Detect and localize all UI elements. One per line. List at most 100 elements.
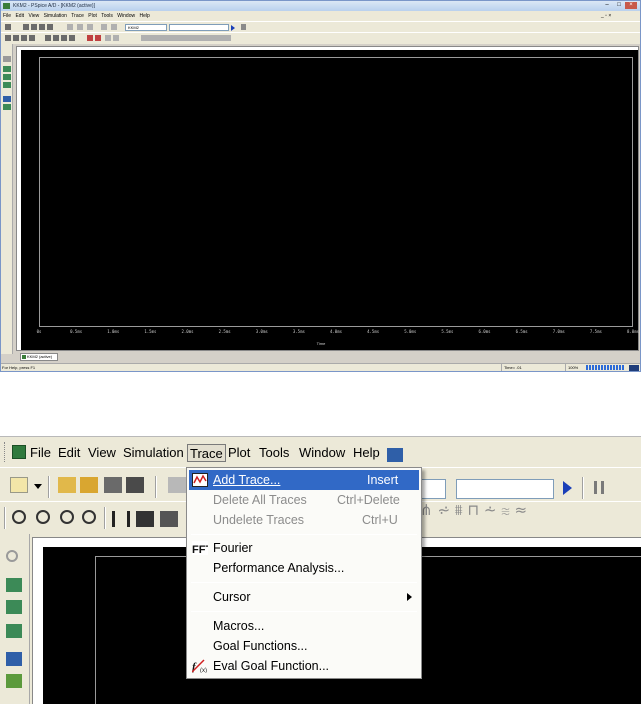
side-output-icon[interactable] [3,96,11,102]
zoom-out-icon[interactable] [13,35,19,41]
zoom-menu-view[interactable]: View [88,444,116,462]
side-sim-icon[interactable] [6,674,22,688]
side-voltage-icon[interactable] [3,66,11,72]
performance-icon[interactable] [160,511,178,527]
zoom-menu-plot[interactable]: Plot [228,444,250,462]
log-y-icon[interactable] [69,35,75,41]
menu-trace[interactable]: Trace [71,13,84,19]
copy-icon[interactable] [77,24,83,30]
zoom-in-icon[interactable] [5,35,11,41]
zoom-out-icon[interactable] [36,510,50,524]
zoom-area-icon[interactable] [21,35,27,41]
menu-grip [4,442,7,462]
maximize-icon[interactable]: □ [613,2,625,9]
doc-tab[interactable]: KKM2 (active) [20,353,58,361]
profile-combo[interactable]: KKM2 [125,24,167,31]
log-x-icon[interactable] [45,35,51,41]
menu-item-eval-goal-function[interactable]: f (x) Eval Goal Function... [189,656,419,676]
zoom-menu-trace[interactable]: Trace [187,444,226,462]
side-current-icon[interactable] [6,600,22,614]
side-output-icon[interactable] [6,652,22,666]
zoom-fit-icon[interactable] [82,510,96,524]
chevron-down-icon[interactable] [34,484,42,489]
add-trace-shortcut: Insert [367,473,399,487]
undo-icon[interactable] [101,24,107,30]
run-icon[interactable] [563,481,572,495]
zoom-menu-tools[interactable]: Tools [259,444,289,462]
log-x-icon[interactable] [112,511,130,527]
zoom-menu-simulation[interactable]: Simulation [123,444,184,462]
menu-item-goal-functions[interactable]: Goal Functions... [189,636,419,656]
run-icon[interactable] [231,25,235,31]
new-icon[interactable] [5,24,11,30]
toolbar-separator [582,477,584,499]
status-help: For Help, press F1 [2,365,36,370]
close-icon[interactable]: × [625,2,637,9]
side-sim-icon[interactable] [3,104,11,110]
cut-icon[interactable] [67,24,73,30]
menu-item-macros[interactable]: Macros... [189,616,419,636]
menu-item-fourier[interactable]: FFT Fourier [189,538,419,558]
search-input[interactable] [169,24,229,31]
zoom-menu-file[interactable]: File [30,444,51,462]
side-probe-icon[interactable] [3,56,11,62]
add-trace-icon [192,473,208,487]
fft-icon[interactable] [53,35,59,41]
print-icon[interactable] [126,477,144,493]
menu-plot[interactable]: Plot [88,13,97,19]
pause-icon[interactable] [594,481,604,494]
whats-this-icon[interactable] [387,448,403,462]
cut-icon[interactable] [168,477,186,493]
fft-icon[interactable] [136,511,154,527]
zoom-in-icon[interactable] [12,510,26,524]
cursor-peak-icon[interactable] [113,35,119,41]
zoom-menu-help[interactable]: Help [353,444,380,462]
mdi-controls-icon[interactable]: _ ▫ × [601,13,611,19]
open-icon[interactable] [23,24,29,30]
performance-icon[interactable] [61,35,67,41]
zoom-fit-icon[interactable] [29,35,35,41]
status-time: Time= .01 [501,364,563,371]
menu-simulation[interactable]: Simulation [44,13,67,19]
new-icon[interactable] [10,477,28,493]
menu-tools[interactable]: Tools [101,13,113,19]
eval-goal-icon[interactable] [95,35,101,41]
menu-view[interactable]: View [28,13,39,19]
save-icon[interactable] [39,24,45,30]
profile-combo[interactable] [420,479,446,499]
x-tick-label: 5.0ms [404,329,417,334]
search-input[interactable] [456,479,554,499]
zoom-menu-edit[interactable]: Edit [58,444,80,462]
zoom-menu-window[interactable]: Window [299,444,345,462]
menu-edit[interactable]: Edit [15,13,24,19]
menu-item-cursor[interactable]: Cursor [189,587,419,607]
minimize-icon[interactable]: – [601,2,613,9]
goal-functions-label: Goal Functions... [213,639,308,653]
eval-goal-label: Eval Goal Function... [213,659,330,673]
menu-item-performance-analysis[interactable]: Performance Analysis... [189,558,419,578]
redo-icon[interactable] [111,24,117,30]
side-voltage-icon[interactable] [6,578,22,592]
side-power-icon[interactable] [6,624,22,638]
open-folder-icon[interactable] [31,24,37,30]
menu-file[interactable]: File [3,13,11,19]
paste-icon[interactable] [87,24,93,30]
open-folder-icon[interactable] [80,477,98,493]
save-icon[interactable] [104,477,122,493]
zoom-area-icon[interactable] [60,510,74,524]
side-power-icon[interactable] [3,82,11,88]
print-icon[interactable] [47,24,53,30]
add-trace-icon[interactable] [87,35,93,41]
open-icon[interactable] [58,477,76,493]
pause-icon[interactable] [241,24,246,30]
cursor-icon[interactable] [105,35,111,41]
toolbar-standard: KKM2 [1,21,640,32]
side-current-icon[interactable] [3,74,11,80]
x-tick-label: 3.5ms [292,329,305,334]
menu-item-undelete-traces[interactable]: Undelete Traces Ctrl+U [189,510,419,530]
side-probe-icon[interactable] [6,550,18,562]
menu-item-add-trace[interactable]: Add Trace... Insert [189,470,419,490]
menu-item-delete-all-traces[interactable]: Delete All Traces Ctrl+Delete [189,490,419,510]
menu-help[interactable]: Help [139,13,149,19]
menu-window[interactable]: Window [117,13,135,19]
